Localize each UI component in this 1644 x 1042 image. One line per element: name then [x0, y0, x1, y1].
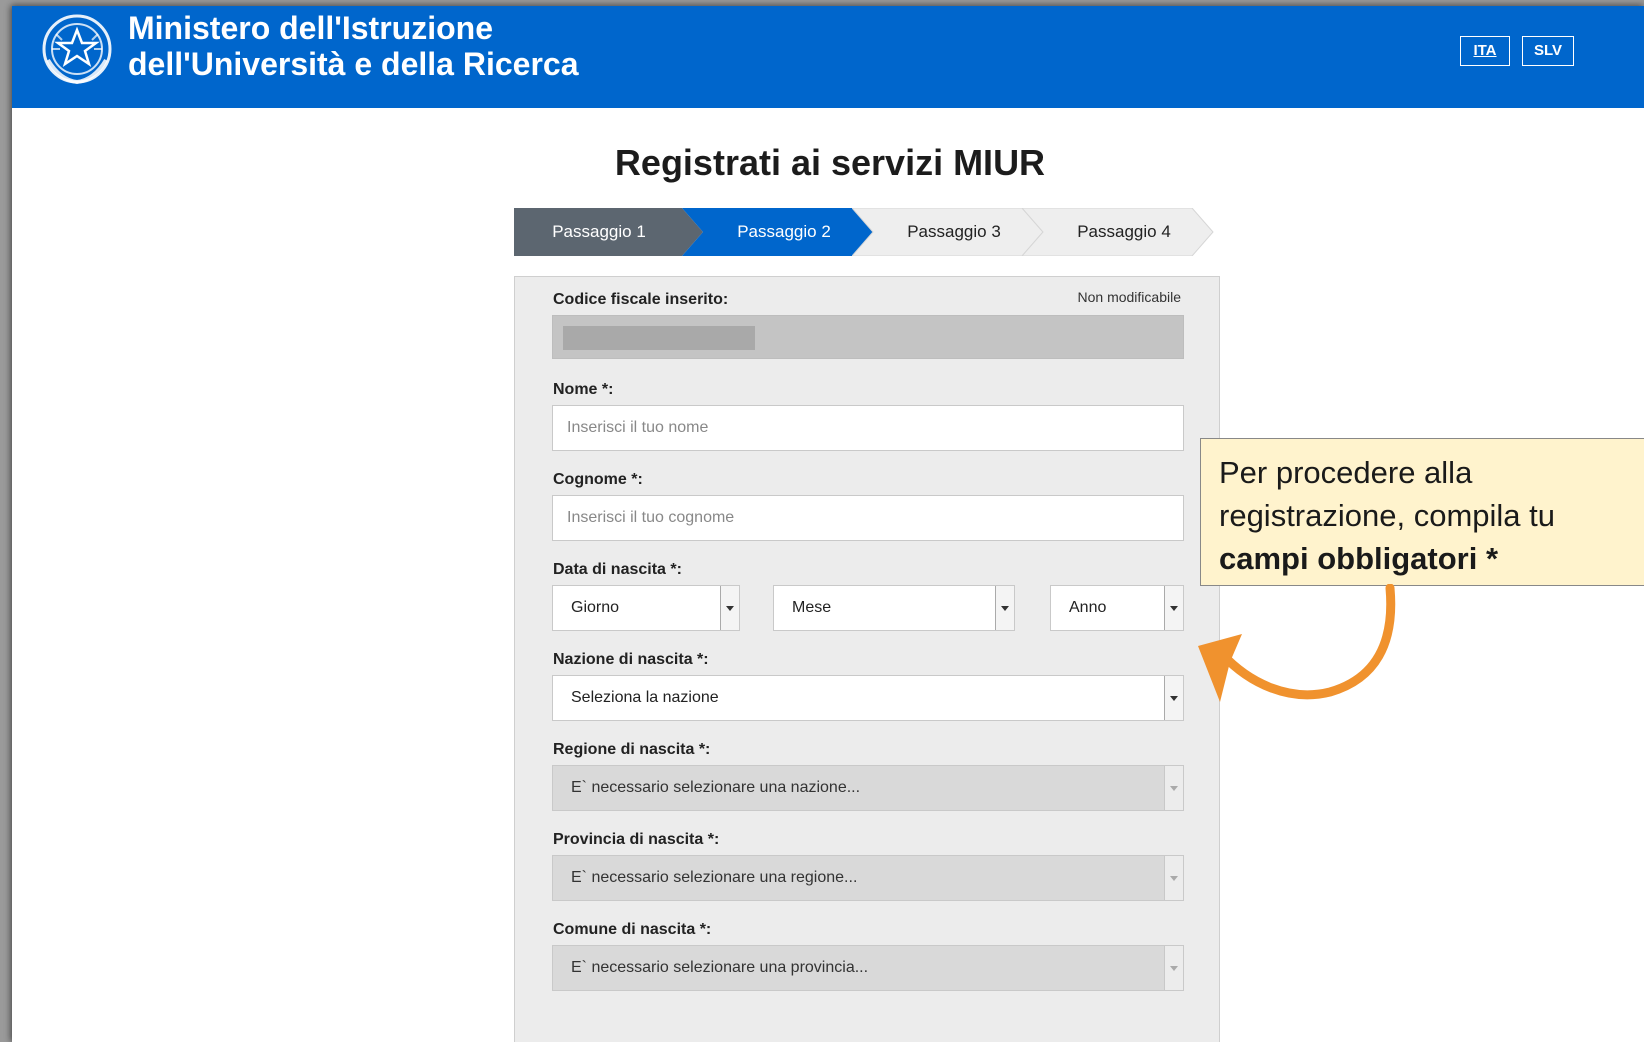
data-nascita-label: Data di nascita *:: [553, 561, 682, 578]
cognome-label: Cognome *:: [553, 471, 643, 488]
ministry-name-line-2: dell'Università e della Ricerca: [128, 46, 579, 82]
nome-input[interactable]: Inserisci il tuo nome: [552, 405, 1184, 451]
language-ita-button[interactable]: ITA: [1460, 36, 1510, 66]
callout-line-1: Per procedere alla: [1219, 455, 1473, 490]
nazione-select[interactable]: Seleziona la nazione: [552, 675, 1184, 721]
anno-select[interactable]: Anno: [1050, 585, 1184, 631]
callout-line-3: campi obbligatori *: [1219, 541, 1499, 576]
step-2: Passaggio 2: [682, 208, 873, 256]
step-3-label: Passaggio 3: [907, 222, 1001, 241]
regione-label: Regione di nascita *:: [553, 741, 711, 758]
chevron-down-icon[interactable]: [1164, 586, 1183, 630]
step-1: Passaggio 1: [514, 208, 703, 256]
regione-value: E` necessario selezionare una nazione...: [571, 779, 861, 796]
regione-select: E` necessario selezionare una nazione...: [552, 765, 1184, 811]
curved-arrow-icon: [1198, 584, 1396, 702]
registration-form-panel: Codice fiscale inserito: Non modificabil…: [514, 276, 1220, 1042]
comune-value: E` necessario selezionare una provincia.…: [571, 959, 869, 976]
redacted-value: [563, 326, 755, 350]
chevron-down-icon[interactable]: [720, 586, 739, 630]
republic-emblem-icon: [42, 14, 112, 85]
provincia-select: E` necessario selezionare una regione...: [552, 855, 1184, 901]
nazione-value: Seleziona la nazione: [571, 689, 719, 706]
chevron-down-icon: [1164, 766, 1183, 810]
instruction-callout: Per procedere alla registrazione, compil…: [1200, 438, 1644, 586]
registration-stepper: Passaggio 1 Passaggio 2 Passaggio 3 Pass…: [514, 208, 1214, 256]
step-4-label: Passaggio 4: [1077, 222, 1171, 241]
comune-label: Comune di nascita *:: [553, 921, 712, 938]
chevron-down-icon[interactable]: [1164, 676, 1183, 720]
provincia-label: Provincia di nascita *:: [553, 831, 720, 848]
giorno-select[interactable]: Giorno: [552, 585, 740, 631]
step-3: Passaggio 3: [852, 208, 1044, 256]
step-2-label: Passaggio 2: [737, 222, 831, 241]
non-modificabile-note: Non modificabile: [1077, 289, 1182, 305]
ministry-name-line-1: Ministero dell'Istruzione: [128, 10, 493, 46]
callout-line-2: registrazione, compila tu: [1219, 498, 1555, 533]
language-slv-button[interactable]: SLV: [1522, 36, 1574, 66]
nome-label: Nome *:: [553, 381, 614, 398]
mese-select[interactable]: Mese: [773, 585, 1015, 631]
anno-value: Anno: [1069, 599, 1107, 616]
provincia-value: E` necessario selezionare una regione...: [571, 869, 858, 886]
chevron-down-icon: [1164, 856, 1183, 900]
comune-select: E` necessario selezionare una provincia.…: [552, 945, 1184, 991]
codice-fiscale-field: [552, 315, 1184, 359]
site-header: Ministero dell'Istruzione dell'Universit…: [12, 6, 1644, 108]
chevron-down-icon: [1164, 946, 1183, 990]
codice-fiscale-label: Codice fiscale inserito:: [553, 291, 729, 308]
step-1-label: Passaggio 1: [552, 222, 646, 241]
mese-value: Mese: [792, 599, 832, 616]
cognome-input[interactable]: Inserisci il tuo cognome: [552, 495, 1184, 541]
nazione-label: Nazione di nascita *:: [553, 651, 709, 668]
chevron-down-icon[interactable]: [995, 586, 1014, 630]
page-title: Registrati ai servizi MIUR: [614, 142, 1046, 183]
giorno-value: Giorno: [571, 599, 620, 616]
step-4: Passaggio 4: [1022, 208, 1214, 256]
